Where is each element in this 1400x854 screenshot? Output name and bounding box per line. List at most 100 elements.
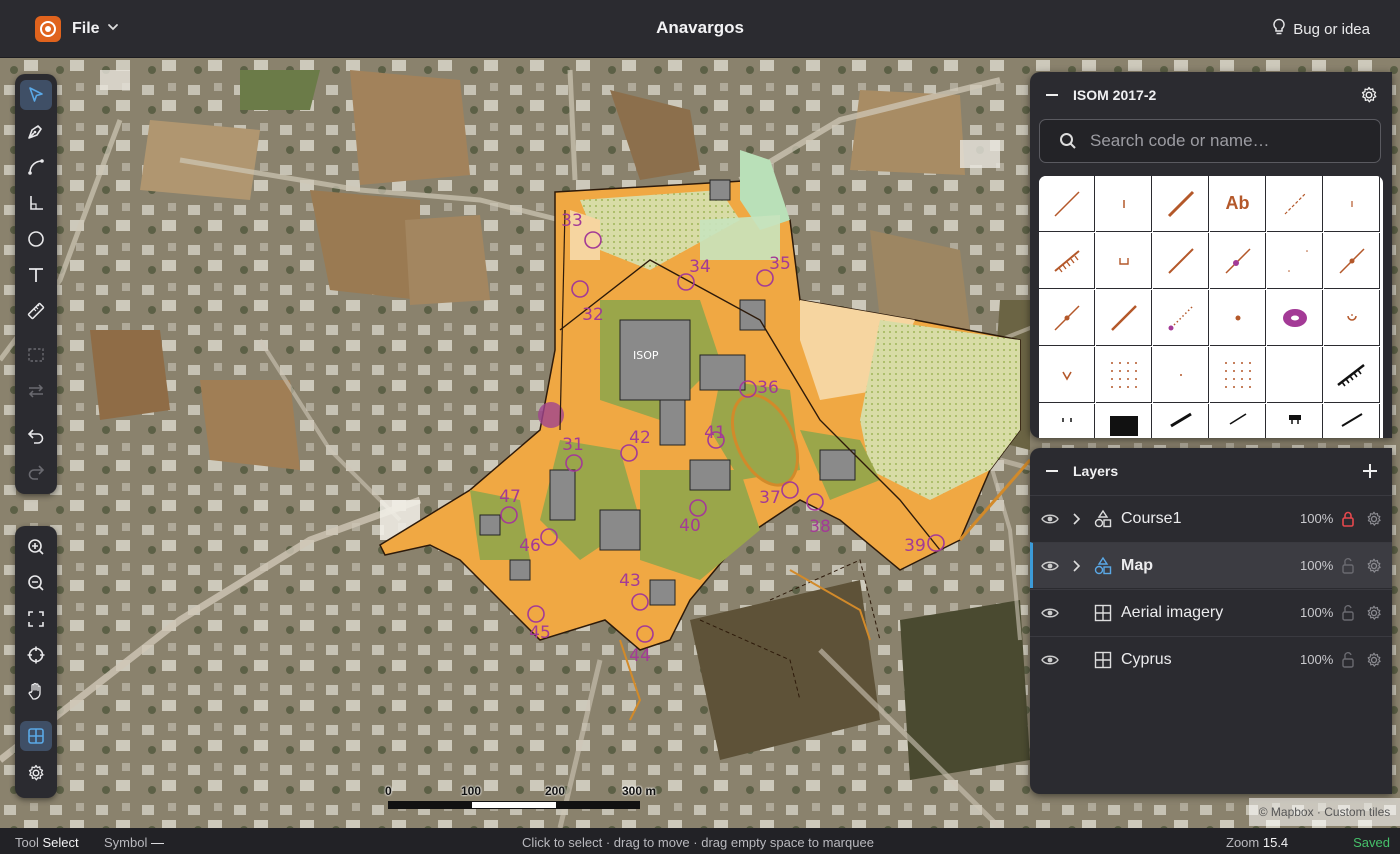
tile-grid-icon (1093, 650, 1113, 670)
chevron-right-icon[interactable] (1070, 559, 1082, 573)
symbol-row5-d[interactable] (1210, 404, 1266, 438)
symbol-cliff-line[interactable] (1039, 176, 1095, 232)
corner-tool-button[interactable] (20, 188, 52, 218)
lock-icon[interactable] (1341, 604, 1355, 621)
symbol-u-shape[interactable] (1096, 233, 1152, 289)
control-number: 37 (759, 488, 781, 508)
tick-symbol-icon (1061, 417, 1072, 422)
eye-icon[interactable] (1041, 651, 1059, 669)
layer-opacity[interactable]: 100% (1300, 605, 1333, 620)
symbol-row5-c[interactable] (1153, 404, 1209, 438)
layer-name: Cyprus (1121, 650, 1172, 668)
symbol-purple-ring[interactable] (1267, 290, 1323, 346)
bezier-curve-icon (28, 159, 44, 175)
marquee-tool-button[interactable] (20, 340, 52, 370)
symbol-search-box[interactable] (1039, 119, 1381, 163)
lock-icon[interactable] (1341, 651, 1355, 668)
collapse-icon[interactable] (1044, 87, 1060, 103)
drawing-toolbar (15, 74, 57, 494)
measure-tool-button[interactable] (20, 296, 52, 326)
symbol-v-shape[interactable] (1039, 347, 1095, 403)
symbol-black-bank[interactable] (1324, 347, 1380, 403)
symbol-empty[interactable] (1267, 347, 1323, 403)
zoom-in-button[interactable] (20, 532, 52, 562)
status-tool-value: Select (42, 835, 79, 850)
text-tool-button[interactable] (20, 260, 52, 290)
curve-tool-button[interactable] (20, 152, 52, 182)
symbol-medium-line[interactable] (1153, 233, 1209, 289)
gear-icon[interactable] (1365, 557, 1383, 575)
symbol-dotted-line[interactable] (1153, 290, 1209, 346)
gear-icon[interactable] (1365, 604, 1383, 622)
symbol-small-tick-2[interactable] (1324, 176, 1380, 232)
gear-icon[interactable] (1358, 84, 1380, 106)
settings-button[interactable] (20, 758, 52, 788)
undo-button[interactable] (20, 420, 52, 450)
scale-label-200: 200 (545, 784, 566, 798)
symbol-text[interactable]: Ab (1210, 176, 1266, 232)
map-attribution[interactable]: © Mapbox · Custom tiles (1249, 798, 1400, 826)
symbol-thick-line[interactable] (1153, 176, 1209, 232)
select-tool-button[interactable] (20, 80, 52, 110)
layer-row[interactable]: Cyprus 100% (1030, 636, 1392, 682)
lock-icon[interactable] (1341, 511, 1355, 527)
feedback-button[interactable]: Bug or idea (1271, 18, 1370, 40)
symbol-dot[interactable] (1210, 290, 1266, 346)
pan-tool-button[interactable] (20, 676, 52, 706)
symbol-tiny-dot[interactable] (1153, 347, 1209, 403)
eye-icon[interactable] (1041, 557, 1059, 575)
circle-tool-button[interactable] (20, 224, 52, 254)
symbol-line-with-dot[interactable] (1210, 233, 1266, 289)
eye-icon[interactable] (1041, 604, 1059, 622)
symbol-dashed-line[interactable] (1267, 176, 1323, 232)
symbol-row5-e[interactable] (1267, 404, 1323, 438)
file-menu[interactable]: File (72, 18, 120, 40)
top-bar: File Anavargos Bug or idea (0, 0, 1400, 58)
layer-opacity[interactable]: 100% (1300, 511, 1333, 526)
status-bar: Tool Select Symbol — Click to select · d… (0, 828, 1400, 854)
gear-icon[interactable] (1365, 510, 1383, 528)
symbol-earth-bank[interactable] (1039, 233, 1095, 289)
locate-button[interactable] (20, 640, 52, 670)
layer-opacity[interactable]: 100% (1300, 558, 1333, 573)
symbol-small-tick[interactable] (1096, 176, 1152, 232)
symbol-row5-b[interactable] (1096, 404, 1152, 438)
symbol-faint-dots[interactable] (1267, 233, 1323, 289)
redo-button[interactable] (20, 456, 52, 486)
layer-row[interactable]: Course1 100% (1030, 495, 1392, 541)
symbol-search-input[interactable] (1088, 130, 1372, 152)
layer-row[interactable]: Map 100% (1030, 542, 1392, 588)
gear-icon[interactable] (1365, 651, 1383, 669)
dashed-rectangle-icon (28, 348, 44, 362)
control-number: 35 (769, 254, 791, 274)
collapse-icon[interactable] (1044, 463, 1060, 479)
chevron-right-icon[interactable] (1070, 512, 1082, 526)
layer-row[interactable]: Aerial imagery 100% (1030, 589, 1392, 635)
swap-tool-button[interactable] (20, 376, 52, 406)
symbol-thick-line-2[interactable] (1096, 290, 1152, 346)
symbol-dot-grid-2[interactable] (1210, 347, 1266, 403)
add-layer-button[interactable] (1360, 461, 1380, 481)
crosshair-icon (27, 646, 45, 664)
pen-tool-button[interactable] (20, 116, 52, 146)
symbol-dot-grid[interactable] (1096, 347, 1152, 403)
symbol-small-arc[interactable] (1324, 290, 1380, 346)
app-logo-icon[interactable] (35, 16, 61, 42)
control-number: 44 (629, 646, 651, 666)
grid-toggle-button[interactable] (20, 721, 52, 751)
fit-view-button[interactable] (20, 604, 52, 634)
control-number: 31 (562, 435, 584, 455)
symbol-line-knot[interactable] (1324, 233, 1380, 289)
gate-symbol-icon (1288, 414, 1301, 424)
symbol-row5-f[interactable] (1324, 404, 1380, 438)
zoom-out-button[interactable] (20, 568, 52, 598)
layer-opacity[interactable]: 100% (1300, 652, 1333, 667)
line-symbol-icon (1167, 247, 1194, 274)
symbol-line-end-dot[interactable] (1039, 290, 1095, 346)
eye-icon[interactable] (1041, 510, 1059, 528)
line-symbol-icon (1169, 412, 1192, 427)
symbol-row5-a[interactable] (1039, 404, 1095, 438)
lock-icon[interactable] (1341, 557, 1355, 574)
control-number: 41 (704, 423, 726, 443)
text-icon (29, 268, 43, 282)
